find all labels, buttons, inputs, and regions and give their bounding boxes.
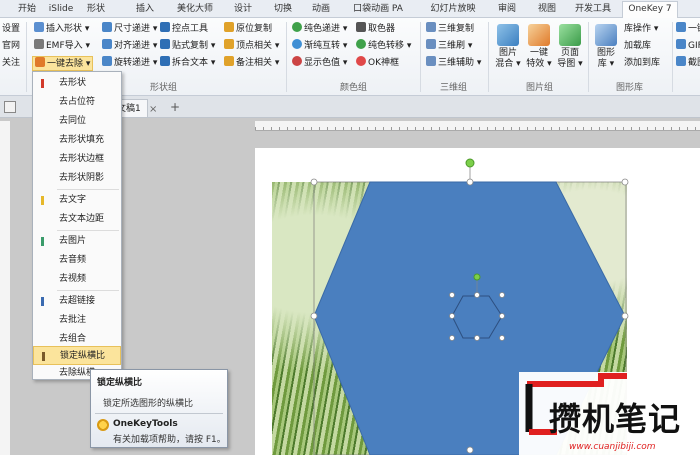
menu-separator: [57, 189, 119, 190]
watermark-url: www.cuanjibiji.com: [569, 442, 656, 452]
menu-item-remove-text-margin[interactable]: 去文本边距: [33, 210, 121, 229]
blue-marker-icon: [41, 297, 44, 306]
brown-marker-icon: [42, 352, 45, 361]
rotation-handle[interactable]: [465, 158, 475, 168]
menu-item-remove-hyperlink[interactable]: 去超链接: [33, 292, 121, 311]
red-marker-icon: [41, 79, 44, 88]
lock-aspect-tooltip: 锁定纵横比 锁定所选图形的纵横比 OneKeyTools 有关加载项帮助，请按 …: [90, 369, 228, 448]
yellow-marker-icon: [41, 196, 44, 205]
small-rotation-handle[interactable]: [473, 273, 481, 281]
one-click-remove-menu: 去形状 去占位符 去同位 去形状填充 去形状边框 去形状阴影 去文字 去文本边距…: [32, 71, 122, 380]
menu-item-remove-border[interactable]: 去形状边框: [33, 150, 121, 169]
menu-item-remove-comment[interactable]: 去批注: [33, 311, 121, 330]
menu-separator: [57, 230, 119, 231]
watermark-text: 攒机笔记: [549, 400, 682, 438]
menu-item-remove-placeholder[interactable]: 去占位符: [33, 93, 121, 112]
tooltip-help-title: OneKeyTools: [113, 419, 178, 429]
menu-item-remove-fill[interactable]: 去形状填充: [33, 131, 121, 150]
tooltip-description: 锁定所选图形的纵横比: [103, 399, 194, 409]
tooltip-help-text: 有关加载项帮助，请按 F1。: [113, 435, 226, 445]
green-marker-icon: [41, 237, 44, 246]
menu-item-remove-text[interactable]: 去文字: [33, 191, 121, 210]
tooltip-title: 锁定纵横比: [97, 378, 143, 388]
onekey-help-icon: [97, 419, 109, 431]
watermark-logo: 攒机笔记 www.cuanjibiji.com: [519, 372, 700, 455]
menu-item-lock-aspect-ratio[interactable]: 锁定纵横比: [33, 346, 121, 365]
menu-item-remove-image[interactable]: 去图片: [33, 232, 121, 251]
menu-item-remove-shadow[interactable]: 去形状阴影: [33, 169, 121, 188]
tooltip-divider: [95, 413, 223, 414]
menu-item-remove-same-position[interactable]: 去同位: [33, 112, 121, 131]
menu-separator: [57, 290, 119, 291]
menu-item-remove-video[interactable]: 去视频: [33, 270, 121, 289]
menu-item-remove-shape[interactable]: 去形状: [33, 74, 121, 93]
menu-item-remove-audio[interactable]: 去音频: [33, 251, 121, 270]
